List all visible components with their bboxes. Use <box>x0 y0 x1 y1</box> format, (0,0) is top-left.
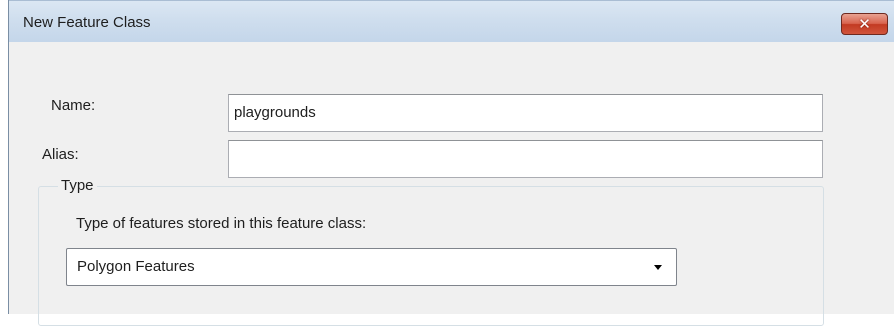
window-title: New Feature Class <box>23 14 151 31</box>
feature-type-dropdown[interactable]: Polygon Features <box>66 248 677 286</box>
title-bar[interactable]: New Feature Class ✕ <box>9 0 894 42</box>
type-group-title: Type <box>58 177 97 194</box>
feature-type-selected-value: Polygon Features <box>77 258 195 275</box>
name-input[interactable]: playgrounds <box>228 94 823 132</box>
feature-type-description: Type of features stored in this feature … <box>76 215 367 232</box>
close-icon: ✕ <box>858 15 871 33</box>
name-label: Name: <box>51 97 96 114</box>
alias-input[interactable] <box>228 140 823 178</box>
chevron-down-icon[interactable] <box>654 265 662 270</box>
alias-label: Alias: <box>42 146 79 163</box>
close-button[interactable]: ✕ <box>841 13 888 35</box>
